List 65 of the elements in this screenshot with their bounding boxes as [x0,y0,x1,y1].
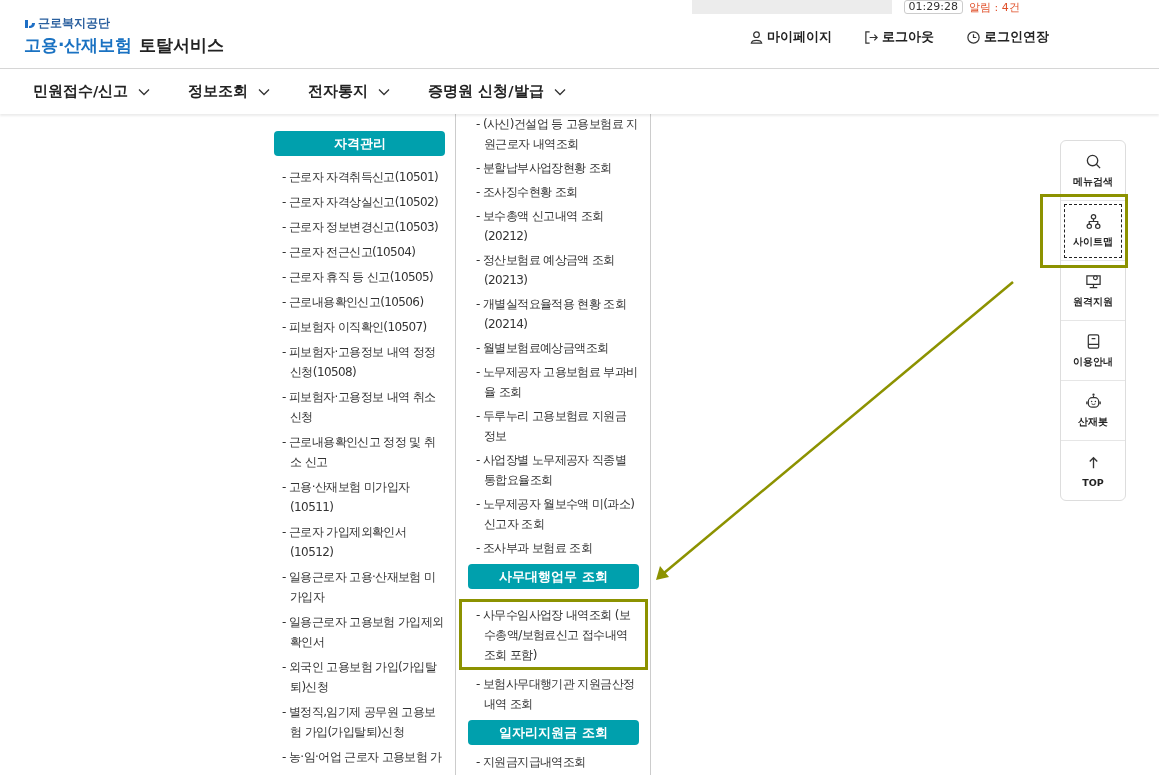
org-name: 근로복지공단 [38,15,110,32]
sitemap-link[interactable]: - 고용·산재보험 미가입자 (10511) [271,474,448,520]
nav-menu-item[interactable]: 증명원 신청/발급 [428,82,566,101]
sitemap-link[interactable]: - 조사부과 보험료 조회 [465,535,642,561]
quick-menu-item[interactable]: TOP [1061,441,1125,500]
sitemap-link[interactable]: - 피보험자·고용정보 내역 정정 신청(10508) [271,339,448,385]
sitemap-link[interactable]: - 피보험자 이직확인(10507) [271,314,448,340]
quick-menu-item[interactable]: 원격지원 [1061,261,1125,321]
sitemap-link[interactable]: - 피보험자·고용정보 내역 취소 신청 [271,384,448,430]
sitemap-link[interactable]: - 일용근로자 고용·산재보험 미가입자 [271,564,448,610]
chevron-icon [138,87,151,96]
quick-menu-item[interactable]: 산재봇 [1061,381,1125,441]
quick-menu-item[interactable]: 메뉴검색 [1061,141,1125,201]
sitemap-link[interactable]: - 외국인 고용보험 가입(가입탈퇴)신청 [271,654,448,700]
sitemap-link[interactable]: - 노무제공자 고용보험료 부과비율 조회 [465,359,642,405]
clock-icon [966,29,981,45]
sitemap-link[interactable]: - 정산보험료 예상금액 조회 (20213) [465,247,642,293]
site-subtitle[interactable]: 토탈서비스 [139,34,225,57]
sitemap-link[interactable]: - 근로자 가입제외확인서 (10512) [271,519,448,565]
sitemap-link[interactable]: - 개별실적요율적용 현황 조회 (20214) [465,291,642,337]
sitemap-link[interactable]: - 근로자 전근신고(10504) [271,239,448,265]
sitemap-link[interactable]: - 조사징수현황 조회 [465,179,642,205]
sitemap-link[interactable]: - 별정직,임기제 공무원 고용보험 가입(가입탈퇴)신청 [271,699,448,745]
alert-count[interactable]: 알림 : 4건 [969,0,1049,15]
user-link[interactable]: 마이페이지 [749,28,832,46]
site-title[interactable]: 고용·산재보험 [24,34,133,57]
sitemap-link[interactable]: - 농·임·어업 근로자 고용보험 가 [271,744,448,770]
person-icon [749,29,764,45]
sitemap-link[interactable]: - 보수총액 신고내역 조회 (20212) [465,203,642,249]
robot-icon [1084,392,1102,410]
nav-menu-item[interactable]: 민원접수/신고 [33,82,151,101]
section-heading: 사무대행업무 조회 [468,564,639,589]
sitemap-link[interactable]: - (사신)건설업 등 고용보험료 지원근로자 내역조회 [465,111,642,157]
nav-menu-item[interactable]: 정보조회 [188,82,271,101]
sitemap-link[interactable]: - 노무제공자 월보수액 미(과소) 신고자 조회 [465,491,642,537]
sitemap-link[interactable]: - 근로자 휴직 등 신고(10505) [271,264,448,290]
sitemap-link[interactable]: - 지원금지급내역조회 [465,749,642,775]
sitemap-link[interactable]: - 사무수임사업장 내역조회 (보수총액/보험료신고 접수내역 조회 포함) [459,599,648,670]
sitemap-link[interactable]: - 근로자 자격상실신고(10502) [271,189,448,215]
logo-icon [24,17,36,30]
logout-icon [864,29,879,45]
quick-menu-item[interactable]: 이용안내 [1061,321,1125,381]
sitemap-link[interactable]: - 근로자 자격취득신고(10501) [271,164,448,190]
chevron-icon [378,87,391,96]
sitemap-link[interactable]: - 월별보험료예상금액조회 [465,335,642,361]
user-link[interactable]: 로그인연장 [966,28,1049,46]
sitemap-link[interactable]: - 분할납부사업장현황 조회 [465,155,642,181]
chevron-icon [258,87,271,96]
section-heading: 자격관리 [274,131,445,156]
sitemap-link[interactable]: - 근로내용확인신고(10506) [271,289,448,315]
sitemap-link[interactable]: - 보험사무대행기관 지원금산정 내역 조회 [465,671,642,717]
sitemap-link[interactable]: - 일용근로자 고용보험 가입제외 확인서 [271,609,448,655]
chevron-icon [553,87,566,96]
session-timer: 01:29:28 [903,0,963,14]
sitemap-icon [1084,212,1102,230]
sitemap-link[interactable]: - 근로내용확인신고 정정 및 취소 신고 [271,429,448,475]
nav-menu-item[interactable]: 전자통지 [308,82,391,101]
monitor-icon [1084,272,1102,290]
sitemap-link[interactable]: - 두루누리 고용보험료 지원금 정보 [465,403,642,449]
sitemap-link[interactable]: - 사업장별 노무제공자 직종별 통합요율조회 [465,447,642,493]
sitemap-link[interactable]: - 근로자 정보변경신고(10503) [271,214,448,240]
quick-menu-item[interactable]: 사이트맵 [1061,201,1125,261]
section-heading: 일자리지원금 조회 [468,720,639,745]
search-icon [1084,152,1102,170]
user-link[interactable]: 로그아웃 [864,28,934,46]
